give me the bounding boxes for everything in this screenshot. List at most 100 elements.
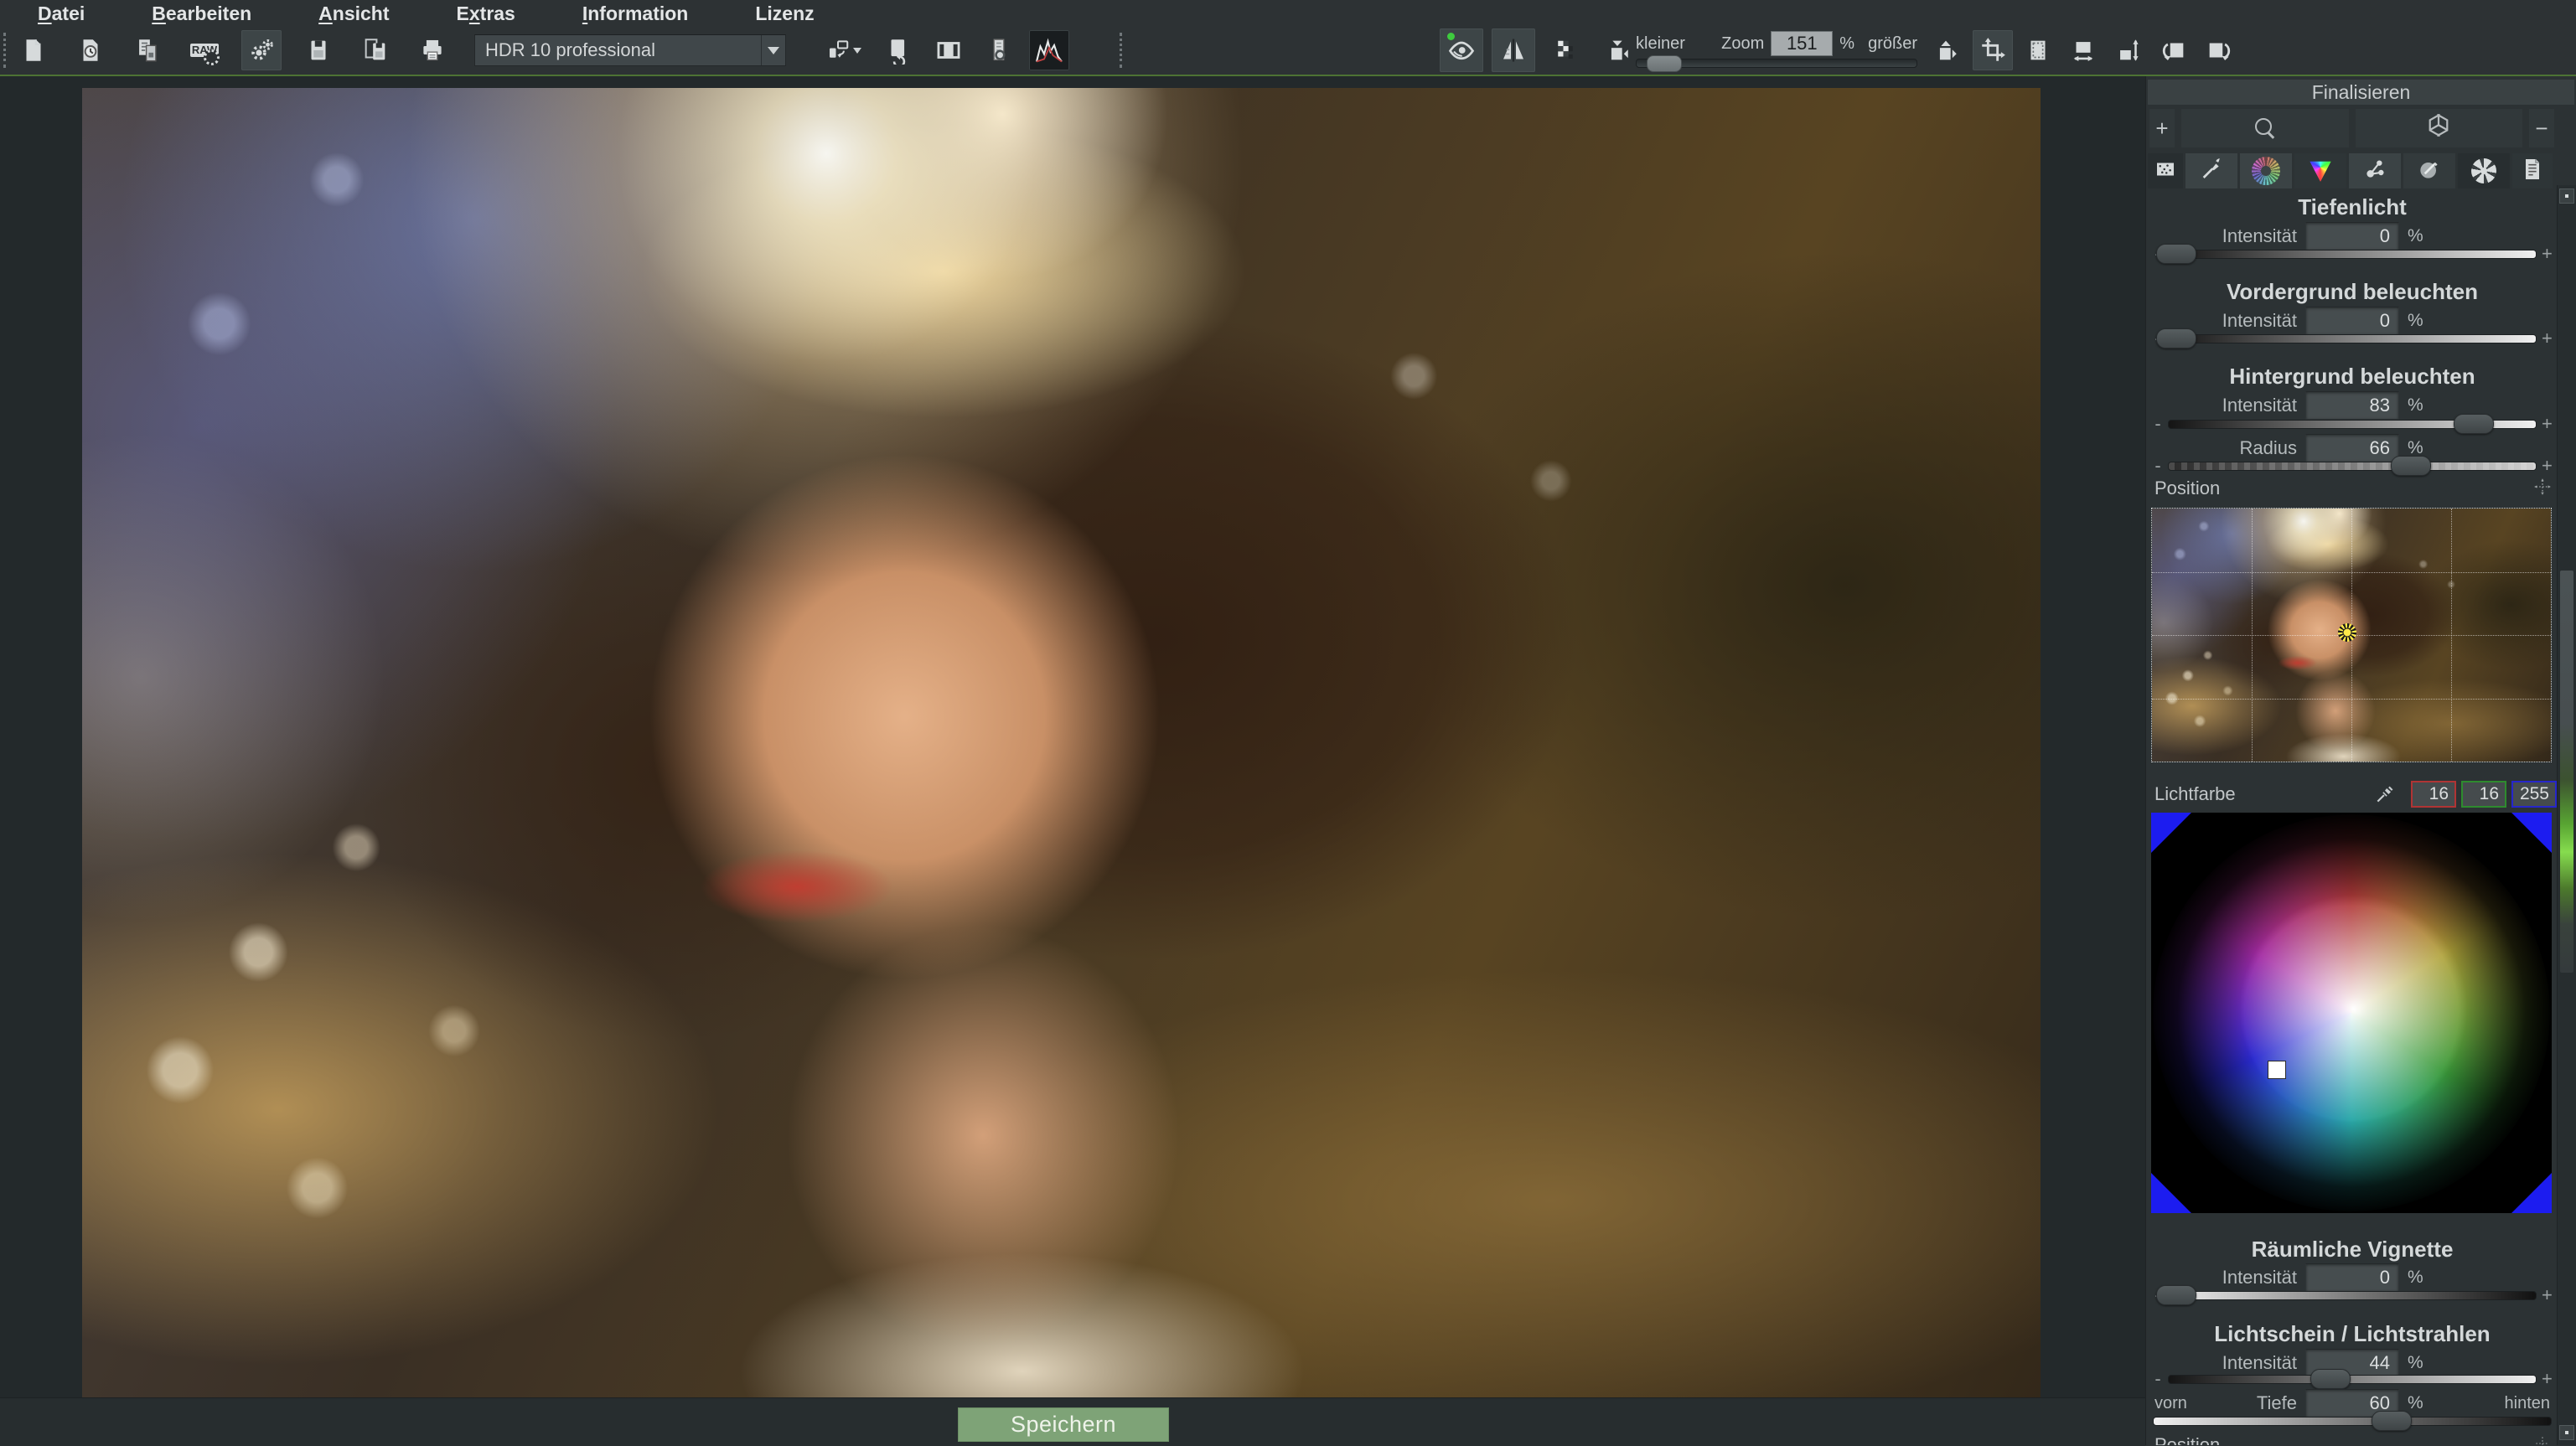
tab-color-tools[interactable] — [2240, 153, 2292, 188]
color-selection-marker[interactable] — [2268, 1061, 2286, 1079]
menu-bearbeiten[interactable]: Bearbeiten — [152, 3, 251, 25]
slider-handle[interactable] — [2156, 244, 2196, 264]
save-button[interactable]: Speichern — [958, 1407, 1169, 1442]
crop-rotate-button[interactable] — [1973, 30, 2013, 70]
chevron-down-icon — [853, 48, 861, 54]
menu-lizenz[interactable]: Lizenz — [755, 3, 814, 25]
menu-datei[interactable]: Datei — [38, 3, 85, 25]
new-image-button[interactable] — [13, 30, 54, 70]
corner-blue — [2151, 813, 2191, 853]
send-to-device-button[interactable] — [818, 30, 868, 70]
position-row: Position — [2146, 478, 2558, 501]
slider-track[interactable] — [2168, 462, 2537, 471]
tiefenlicht-intensity-slider[interactable]: - + — [2146, 243, 2558, 265]
move-position-icon[interactable] — [2533, 1434, 2552, 1445]
softproof-button[interactable] — [1544, 28, 1587, 72]
preset-arrow-button[interactable] — [761, 35, 785, 65]
lichtschein-tiefe-slider[interactable] — [2146, 1410, 2558, 1432]
slider-handle[interactable] — [2156, 1285, 2196, 1305]
position-preview-thumbnail[interactable] — [2151, 508, 2552, 762]
hue-sphere[interactable] — [2153, 814, 2550, 1211]
tab-search[interactable] — [2181, 109, 2349, 147]
move-position-icon[interactable] — [2533, 478, 2552, 500]
slider-track[interactable] — [2153, 1417, 2552, 1426]
zoom-slider-handle[interactable] — [1647, 55, 1682, 72]
tab-aperture-effects[interactable] — [2458, 153, 2510, 188]
hintergrund-intensity-slider[interactable]: - + — [2146, 413, 2558, 435]
tab-node-graph[interactable] — [2349, 153, 2401, 188]
slider-plus[interactable]: + — [2542, 461, 2552, 471]
tab-retouch-brush[interactable] — [2185, 153, 2237, 188]
slider-handle[interactable] — [2372, 1411, 2412, 1431]
hintergrund-radius-slider[interactable]: - + — [2146, 455, 2558, 477]
tab-grain-filter[interactable] — [2148, 153, 2183, 188]
lichtschein-intensity-slider[interactable]: - + — [2146, 1368, 2558, 1390]
flip-horizontal-button[interactable] — [1492, 28, 1535, 72]
slider-handle[interactable] — [2156, 328, 2196, 349]
scroll-up-button[interactable] — [2559, 188, 2574, 204]
slider-plus[interactable]: + — [2542, 419, 2552, 429]
print-button[interactable] — [412, 30, 453, 70]
menu-information[interactable]: Information — [582, 3, 689, 25]
slider-plus[interactable]: + — [2542, 249, 2552, 259]
blue-value-input[interactable]: 255 — [2511, 781, 2557, 808]
slider-plus[interactable]: + — [2542, 1290, 2552, 1300]
slider-handle[interactable] — [2310, 1369, 2351, 1389]
green-value-input[interactable]: 16 — [2461, 781, 2506, 808]
vordergrund-intensity-slider[interactable]: - + — [2146, 328, 2558, 349]
raw-develop-button[interactable]: RAW — [184, 30, 225, 70]
zoom-unit: % — [1839, 34, 1854, 54]
menu-ansicht[interactable]: Ansicht — [318, 3, 389, 25]
red-value-input[interactable]: 16 — [2411, 781, 2456, 808]
scroll-down-button[interactable] — [2559, 1425, 2574, 1440]
toolbar-grip[interactable] — [3, 33, 6, 68]
zoom-out-view-button[interactable] — [1596, 28, 1639, 72]
zoom-slider[interactable] — [1636, 59, 1917, 68]
canvas-texture-button[interactable] — [2018, 30, 2058, 70]
vignette-intensity-slider[interactable]: - + — [2146, 1284, 2558, 1306]
preset-dropdown[interactable]: HDR 10 professional — [474, 34, 786, 66]
slider-track[interactable] — [2168, 420, 2537, 429]
tab-color-space[interactable] — [2294, 153, 2346, 188]
tab-3d-view[interactable] — [2356, 109, 2523, 147]
slider-minus[interactable]: - — [2153, 1374, 2163, 1384]
slider-minus[interactable]: - — [2153, 461, 2163, 471]
pipette-icon[interactable] — [2374, 783, 2396, 809]
slider-handle[interactable] — [2454, 414, 2494, 434]
light-color-picker[interactable] — [2151, 813, 2552, 1213]
zoom-in-view-button[interactable] — [1924, 28, 1968, 72]
resize-width-button[interactable] — [2063, 30, 2103, 70]
corner-blue — [2511, 1173, 2552, 1213]
batch-processing-button[interactable] — [127, 30, 168, 70]
save-project-button[interactable] — [298, 30, 339, 70]
slider-plus[interactable]: + — [2542, 333, 2552, 343]
zoom-value-input[interactable]: 151 — [1771, 31, 1833, 56]
panel-scroll-content: Tiefenlicht Intensität 0 % - + Vordergru… — [2146, 193, 2558, 1445]
menu-extras[interactable]: Extras — [457, 3, 515, 25]
scrollbar-thumb[interactable] — [2560, 571, 2573, 973]
compare-view-button[interactable] — [928, 30, 969, 70]
settings-button[interactable] — [241, 30, 282, 70]
rotate-left-button[interactable] — [2154, 30, 2194, 70]
slider-track[interactable] — [2168, 334, 2537, 343]
original-compare-button[interactable] — [1440, 28, 1483, 72]
save-copy-button[interactable] — [355, 30, 396, 70]
slider-track[interactable] — [2168, 1375, 2537, 1384]
slider-track[interactable] — [2168, 250, 2537, 259]
slider-plus[interactable]: + — [2542, 1374, 2552, 1384]
reload-image-button[interactable] — [878, 30, 918, 70]
tab-texture-ball[interactable] — [2403, 153, 2455, 188]
panel-scrollbar[interactable] — [2557, 185, 2576, 1445]
remove-preset-button[interactable]: − — [2529, 109, 2554, 147]
resize-height-button[interactable] — [2108, 30, 2149, 70]
tab-preset-document[interactable] — [2512, 153, 2553, 188]
histogram-button[interactable] — [1029, 30, 1069, 70]
slider-handle[interactable] — [2391, 456, 2431, 476]
slider-track[interactable] — [2168, 1291, 2537, 1300]
canvas-photo[interactable] — [82, 88, 2041, 1397]
detail-inspector-button[interactable] — [979, 30, 1019, 70]
add-preset-button[interactable]: + — [2149, 109, 2175, 147]
rotate-right-button[interactable] — [2199, 30, 2239, 70]
recent-images-button[interactable] — [70, 30, 111, 70]
slider-minus[interactable]: - — [2153, 419, 2163, 429]
